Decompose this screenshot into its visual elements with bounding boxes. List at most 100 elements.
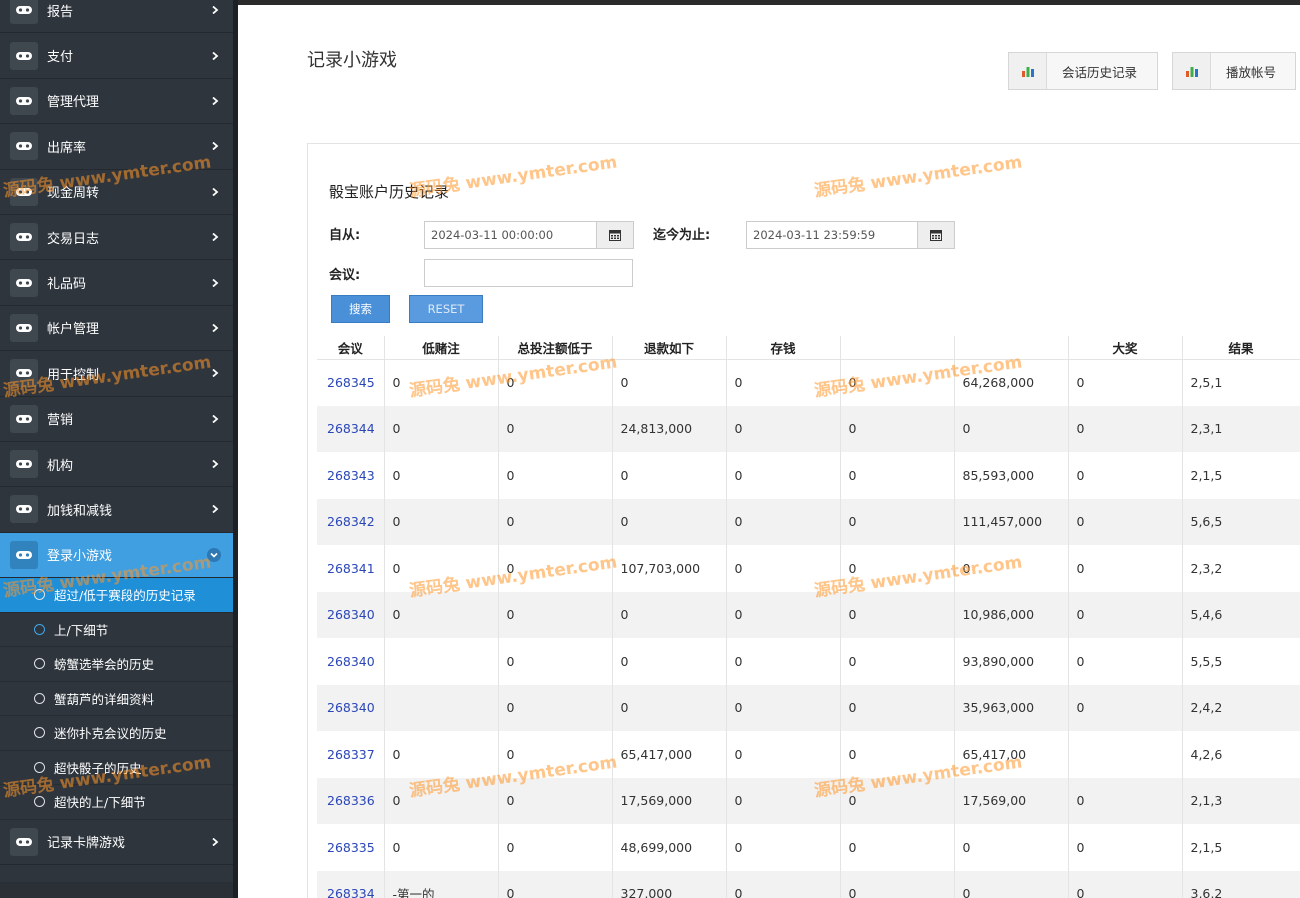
session-history-button[interactable]: 会话历史记录 [1008, 52, 1158, 90]
table-cell: 0 [498, 777, 613, 824]
sidebar-item-label: 加钱和减钱 [47, 503, 113, 519]
table-cell: 0 [840, 591, 955, 638]
table-row: 268336 0 0 17,569,000 0 0 17,569,00 0 2,1,3 [317, 777, 1300, 824]
gamepad-icon [10, 0, 38, 25]
table-cell: 0 [726, 777, 841, 824]
chevron-right-icon [212, 6, 219, 15]
table-header-row: 会议 低赌注 总投注额低于 退款如下 存钱 大奖 结果 [317, 336, 1300, 360]
session-label: 会议: [329, 268, 361, 283]
session-id-link[interactable]: 268343 [317, 452, 385, 499]
table-cell: 0 [954, 870, 1069, 898]
column-header[interactable]: 存钱 [726, 336, 841, 360]
session-id-link[interactable]: 268340 [317, 591, 385, 638]
sidebar-item-label: 支付 [47, 50, 74, 66]
from-calendar-button[interactable] [596, 221, 634, 249]
table-cell: 5,5,5 [1182, 638, 1300, 685]
column-header[interactable]: 结果 [1182, 336, 1300, 360]
table-cell: 0 [726, 498, 841, 545]
table-cell: 0 [840, 498, 955, 545]
sidebar-item-label: 营销 [47, 413, 74, 429]
sidebar-subitem[interactable]: 上/下细节 [0, 612, 233, 648]
table-row: 268344 0 0 24,813,000 0 0 0 0 2,3,1 [317, 405, 1300, 452]
session-id-link[interactable]: 268335 [317, 824, 385, 871]
table-cell: 3,6,2 [1182, 870, 1300, 898]
table-cell: 0 [498, 545, 613, 592]
circle-icon [34, 727, 45, 739]
chevron-right-icon [212, 278, 219, 287]
table-cell: 0 [612, 638, 727, 685]
sidebar-item[interactable]: 机构 [0, 442, 233, 488]
table-cell: 0 [726, 684, 841, 731]
sidebar-subitem[interactable]: 迷你扑克会议的历史 [0, 716, 233, 751]
sidebar-item-label: 帐户管理 [47, 322, 100, 338]
table-row: 268343 0 0 0 0 0 85,593,000 0 2,1,5 [317, 452, 1300, 499]
gamepad-icon [10, 177, 38, 206]
column-header[interactable]: 总投注额低于 [498, 336, 613, 360]
sidebar-item-label: 报告 [47, 4, 74, 20]
table-cell: 0 [1068, 452, 1183, 499]
session-input[interactable] [424, 259, 633, 287]
to-calendar-button[interactable] [917, 221, 955, 249]
sidebar-scrollbar[interactable] [233, 0, 238, 898]
table-cell: 0 [498, 498, 613, 545]
session-id-link[interactable]: 268342 [317, 498, 385, 545]
table-cell: 0 [726, 824, 841, 871]
table-cell: 2,1,5 [1182, 452, 1300, 499]
session-id-link[interactable]: 268340 [317, 638, 385, 685]
to-date-input[interactable]: 2024-03-11 23:59:59 [746, 221, 920, 249]
table-cell: 0 [1068, 824, 1183, 871]
sidebar-item[interactable]: 礼品码 [0, 260, 233, 306]
sidebar-subitem[interactable]: 螃蟹选举会的历史 [0, 647, 233, 682]
table-cell: 0 [384, 777, 499, 824]
sidebar-subitem[interactable]: 超快的上/下细节 [0, 785, 233, 820]
sidebar-item[interactable]: 支付 [0, 33, 233, 79]
gamepad-icon [10, 450, 38, 479]
session-id-link[interactable]: 268336 [317, 777, 385, 824]
table-cell: 0 [726, 870, 841, 898]
column-header[interactable]: 低赌注 [384, 336, 499, 360]
chevron-right-icon [212, 142, 219, 151]
column-header[interactable]: 会议 [317, 336, 385, 360]
sidebar-subitem[interactable]: 超快骰子的历史 [0, 750, 233, 786]
session-id-link[interactable]: 268340 [317, 684, 385, 731]
sidebar-item-label: 用于控制 [47, 367, 100, 383]
session-id-link[interactable]: 268334 [317, 870, 385, 898]
column-header[interactable] [840, 336, 955, 360]
column-header[interactable] [954, 336, 1069, 360]
sidebar-item[interactable]: 帐户管理 [0, 306, 233, 352]
table-cell: 0 [840, 405, 955, 452]
search-button[interactable]: 搜索 [331, 295, 390, 323]
sidebar-item[interactable]: 营销 [0, 397, 233, 442]
sidebar-item[interactable]: 报告 [0, 0, 233, 34]
table-cell: 0 [726, 452, 841, 499]
session-id-link[interactable]: 268341 [317, 545, 385, 592]
session-id-link[interactable]: 268345 [317, 359, 385, 406]
sidebar-item-login-minigame[interactable]: 登录小游戏 [0, 532, 233, 579]
table-cell: 2,1,3 [1182, 777, 1300, 824]
column-header[interactable]: 大奖 [1068, 336, 1183, 360]
sidebar-subitem[interactable]: 超过/低于赛段的历史记录 [0, 578, 233, 613]
table-cell: 0 [840, 638, 955, 685]
sidebar-item-label: 交易日志 [47, 231, 100, 247]
sidebar-item-card-games[interactable]: 记录卡牌游戏 [0, 820, 233, 865]
from-date-input[interactable]: 2024-03-11 00:00:00 [424, 221, 598, 249]
table-cell: 0 [840, 452, 955, 499]
sidebar-item[interactable]: 用于控制 [0, 351, 233, 397]
table-cell: 17,569,00 [954, 777, 1069, 824]
sidebar-item[interactable]: 现金周转 [0, 170, 233, 215]
sidebar-item[interactable]: 管理代理 [0, 79, 233, 125]
session-id-link[interactable]: 268337 [317, 731, 385, 778]
session-id-link[interactable]: 268344 [317, 405, 385, 452]
sidebar-item[interactable]: 交易日志 [0, 215, 233, 261]
reset-button[interactable]: RESET [409, 295, 483, 323]
column-header[interactable]: 退款如下 [612, 336, 727, 360]
play-account-button[interactable]: 播放帐号 [1172, 52, 1296, 90]
table-row: 268341 0 0 107,703,000 0 0 0 0 2,3,2 [317, 545, 1300, 592]
table-cell: 10,986,000 [954, 591, 1069, 638]
circle-icon [34, 589, 45, 601]
sidebar-item[interactable]: 加钱和减钱 [0, 487, 233, 533]
to-label: 迄今为止: [653, 228, 711, 243]
sidebar-subitem[interactable]: 蟹葫芦的详细资料 [0, 681, 233, 717]
table-row: 268340 0 0 0 0 35,963,000 0 2,4,2 [317, 684, 1300, 731]
sidebar-item[interactable]: 出席率 [0, 124, 233, 170]
